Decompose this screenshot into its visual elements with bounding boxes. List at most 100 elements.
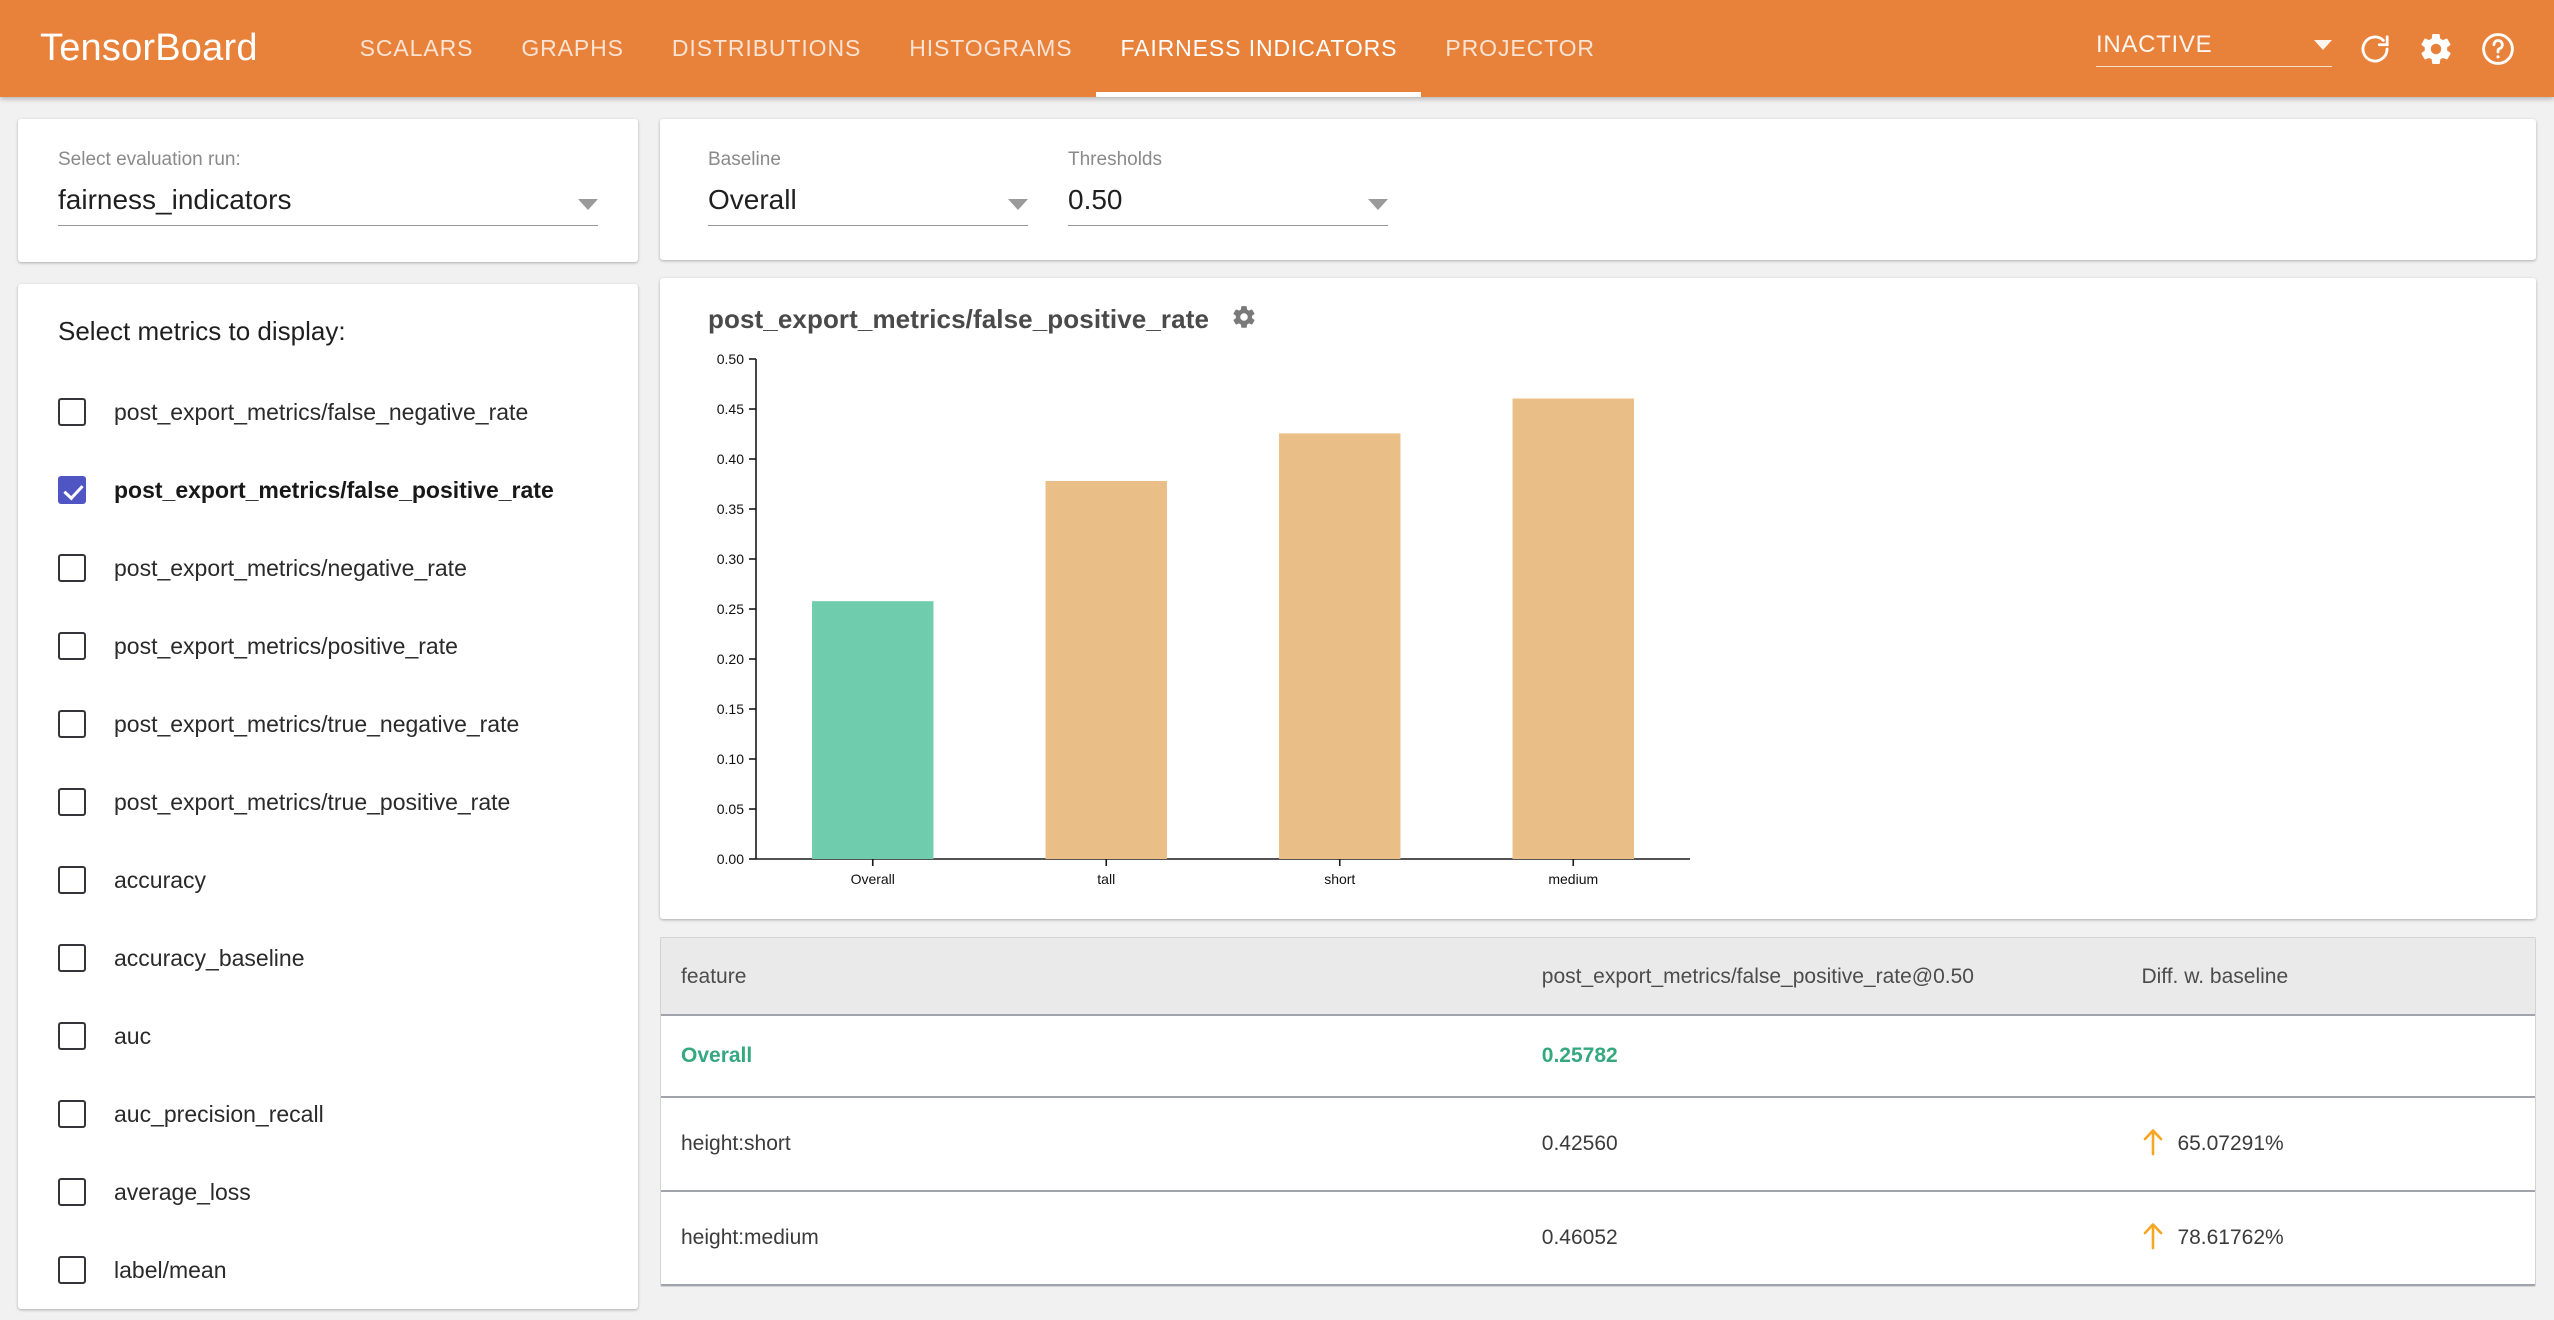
tab-label: GRAPHS: [521, 35, 624, 61]
metric-item-label-mean[interactable]: label/mean: [18, 1231, 638, 1309]
metric-label: post_export_metrics/true_negative_rate: [114, 710, 520, 737]
page-body: Select evaluation run: fairness_indicato…: [0, 97, 2554, 1320]
baseline-control: Baseline Overall: [708, 149, 1028, 226]
metrics-card: Select metrics to display: post_export_m…: [18, 284, 638, 1309]
svg-text:0.40: 0.40: [717, 451, 744, 467]
checkbox-icon[interactable]: [58, 1178, 86, 1206]
checkbox-checked-icon[interactable]: [58, 476, 86, 504]
header-actions: INACTIVE: [2096, 31, 2524, 67]
svg-text:Overall: Overall: [851, 871, 895, 887]
tab-label: HISTOGRAMS: [909, 35, 1073, 61]
metric-item-positive-rate[interactable]: post_export_metrics/positive_rate: [18, 607, 638, 685]
table-header-row: feature post_export_metrics/false_positi…: [661, 938, 2535, 1016]
svg-text:0.25: 0.25: [717, 601, 744, 617]
tab-histograms[interactable]: HISTOGRAMS: [885, 0, 1096, 97]
table-row[interactable]: height:medium 0.46052 78.61762%: [661, 1191, 2535, 1286]
chevron-down-icon: [578, 199, 598, 210]
metrics-table: feature post_export_metrics/false_positi…: [661, 938, 2535, 1286]
checkbox-icon[interactable]: [58, 944, 86, 972]
metric-label: accuracy_baseline: [114, 944, 305, 971]
metric-item-negative-rate[interactable]: post_export_metrics/negative_rate: [18, 529, 638, 607]
metrics-table-card: feature post_export_metrics/false_positi…: [660, 937, 2536, 1287]
cell-diff: 65.07291%: [2141, 1097, 2535, 1192]
evaluation-run-select[interactable]: fairness_indicators: [58, 184, 598, 226]
table-row[interactable]: height:short 0.42560 65.07291%: [661, 1097, 2535, 1192]
tab-distributions[interactable]: DISTRIBUTIONS: [648, 0, 885, 97]
table-row[interactable]: Overall 0.25782: [661, 1015, 2535, 1098]
metric-label: auc: [114, 1022, 152, 1049]
checkbox-icon[interactable]: [58, 866, 86, 894]
diff-percent: 78.61762%: [2177, 1226, 2284, 1249]
tab-label: PROJECTOR: [1445, 35, 1595, 61]
cell-diff: 78.61762%: [2141, 1191, 2535, 1286]
metric-label: label/mean: [114, 1256, 227, 1283]
thresholds-value: 0.50: [1068, 184, 1123, 215]
metric-item-average-loss[interactable]: average_loss: [18, 1153, 638, 1231]
tab-fairness-indicators[interactable]: FAIRNESS INDICATORS: [1096, 0, 1422, 97]
refresh-icon[interactable]: [2358, 32, 2392, 66]
metric-label: post_export_metrics/false_positive_rate: [114, 476, 554, 503]
metric-item-true-positive-rate[interactable]: post_export_metrics/true_positive_rate: [18, 763, 638, 841]
metric-item-auc-precision-recall[interactable]: auc_precision_recall: [18, 1075, 638, 1153]
baseline-value: Overall: [708, 184, 797, 215]
tab-scalars[interactable]: SCALARS: [336, 0, 498, 97]
svg-text:0.30: 0.30: [717, 551, 744, 567]
metric-item-true-negative-rate[interactable]: post_export_metrics/true_negative_rate: [18, 685, 638, 763]
cell-feature: Overall: [661, 1015, 1542, 1098]
tab-label: FAIRNESS INDICATORS: [1120, 35, 1398, 61]
checkbox-icon[interactable]: [58, 632, 86, 660]
fairness-bar-chart: 0.00 0.05 0.10 0.15 0.20 0.25 0.30 0.35 0.40 0.45…: [708, 351, 2488, 911]
svg-text:tall: tall: [1097, 871, 1115, 887]
gear-icon[interactable]: [1231, 304, 1257, 335]
metrics-title: Select metrics to display:: [58, 316, 346, 346]
help-icon[interactable]: [2480, 31, 2516, 67]
checkbox-icon[interactable]: [58, 1100, 86, 1128]
metric-item-accuracy-baseline[interactable]: accuracy_baseline: [18, 919, 638, 997]
metric-item-false-positive-rate[interactable]: post_export_metrics/false_positive_rate: [18, 451, 638, 529]
checkbox-icon[interactable]: [58, 710, 86, 738]
metric-item-accuracy[interactable]: accuracy: [18, 841, 638, 919]
tab-projector[interactable]: PROJECTOR: [1421, 0, 1619, 97]
chart-title: post_export_metrics/false_positive_rate: [708, 304, 1210, 334]
svg-text:0.35: 0.35: [717, 501, 744, 517]
app-header: TensorBoard SCALARS GRAPHS DISTRIBUTIONS…: [0, 0, 2554, 97]
checkbox-icon[interactable]: [58, 554, 86, 582]
column-header-diff: Diff. w. baseline: [2141, 938, 2535, 1016]
svg-text:0.50: 0.50: [717, 351, 744, 367]
metric-item-auc[interactable]: auc: [18, 997, 638, 1075]
baseline-label: Baseline: [708, 149, 781, 170]
column-header-metric: post_export_metrics/false_positive_rate@…: [1541, 938, 2142, 1016]
thresholds-label: Thresholds: [1068, 149, 1162, 170]
tab-label: DISTRIBUTIONS: [671, 35, 862, 61]
checkbox-icon[interactable]: [58, 1022, 86, 1050]
metric-label: accuracy: [114, 866, 207, 893]
column-header-feature: feature: [661, 938, 1542, 1016]
svg-text:0.15: 0.15: [717, 701, 744, 717]
main-tab-bar: SCALARS GRAPHS DISTRIBUTIONS HISTOGRAMS …: [336, 0, 1619, 97]
svg-text:0.10: 0.10: [717, 751, 744, 767]
run-selector-label: Select evaluation run:: [58, 149, 241, 170]
svg-text:0.20: 0.20: [717, 651, 744, 667]
metric-label: post_export_metrics/false_negative_rate: [114, 398, 529, 425]
bar-chart-svg: 0.00 0.05 0.10 0.15 0.20 0.25 0.30 0.35 0.40 0.45…: [717, 351, 1690, 887]
thresholds-select[interactable]: 0.50: [1068, 184, 1388, 226]
chevron-down-icon: [2314, 39, 2332, 50]
svg-text:0.45: 0.45: [717, 401, 744, 417]
checkbox-icon[interactable]: [58, 1256, 86, 1284]
cell-feature: height:medium: [661, 1191, 1542, 1286]
chevron-down-icon: [1368, 199, 1388, 210]
cell-diff: [2141, 1015, 2535, 1098]
cell-metric-value: 0.46052: [1541, 1191, 2142, 1286]
settings-gear-icon[interactable]: [2418, 31, 2454, 67]
run-status-dropdown[interactable]: INACTIVE: [2096, 31, 2332, 67]
evaluation-run-card: Select evaluation run: fairness_indicato…: [18, 119, 638, 262]
checkbox-icon[interactable]: [58, 398, 86, 426]
run-status-value: INACTIVE: [2096, 30, 2213, 58]
app-brand: TensorBoard: [40, 27, 258, 69]
tab-graphs[interactable]: GRAPHS: [497, 0, 648, 97]
metric-item-false-negative-rate[interactable]: post_export_metrics/false_negative_rate: [18, 373, 638, 451]
sidebar: Select evaluation run: fairness_indicato…: [18, 119, 638, 1309]
checkbox-icon[interactable]: [58, 788, 86, 816]
baseline-select[interactable]: Overall: [708, 184, 1028, 226]
svg-text:medium: medium: [1548, 871, 1598, 887]
